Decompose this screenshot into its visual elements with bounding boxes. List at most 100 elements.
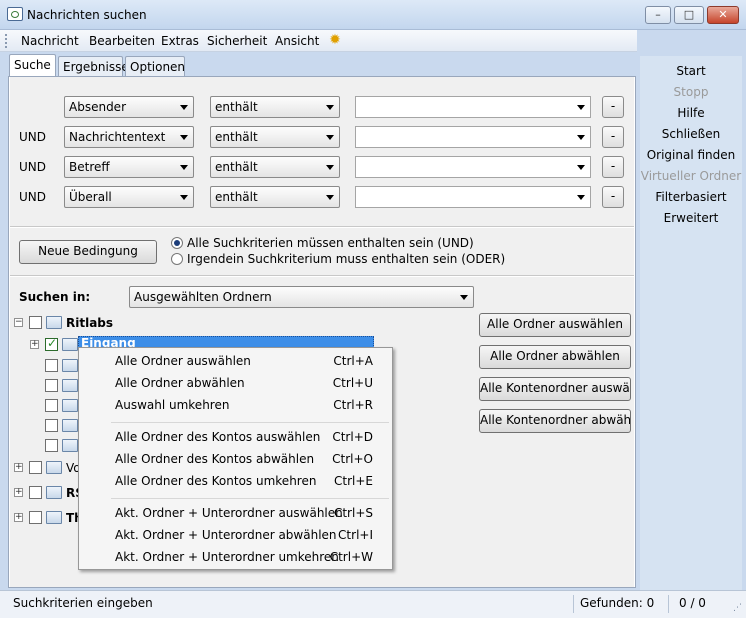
folder-checkbox[interactable] [29,486,42,499]
match-any-radio[interactable] [171,253,183,265]
search-in-select[interactable]: Ausgewählten Ordnern [129,286,474,308]
criteria-operator-select[interactable]: enthält [210,126,340,148]
menu-item-label[interactable]: Alle Ordner des Kontos umkehren [115,474,316,488]
criteria-value-input[interactable] [355,96,591,118]
minimize-button[interactable]: – [645,6,671,24]
menu-item-shortcut: Ctrl+S [333,506,373,520]
criteria-field-select[interactable]: Überall [64,186,194,208]
close-button[interactable]: ✕ [707,6,739,24]
sun-icon[interactable]: ✹ [327,32,343,48]
select-account-folders-button[interactable]: Alle Kontenordner auswählen [479,377,631,401]
account-icon [46,316,62,329]
chevron-down-icon [180,135,188,140]
tree-expander[interactable]: + [14,463,23,472]
chevron-down-icon [326,165,334,170]
menu-bearbeiten[interactable]: Bearbeiten [86,33,158,49]
help-button[interactable]: Hilfe [640,106,742,120]
folder-checkbox[interactable] [45,419,58,432]
remove-condition-button[interactable]: - [602,96,624,118]
find-original-button[interactable]: Original finden [640,148,742,162]
folder-checkbox[interactable] [45,399,58,412]
menu-item-label[interactable]: Alle Ordner des Kontos auswählen [115,430,320,444]
account-icon [46,511,62,524]
tree-item-ritlabs[interactable]: Ritlabs [66,316,113,330]
tab-suche[interactable]: Suche [9,54,56,77]
menu-item-label[interactable]: Akt. Ordner + Unterordner umkehren [115,550,339,564]
search-in-value: Ausgewählten Ordnern [134,290,272,304]
status-divider [573,595,574,613]
deselect-all-folders-button[interactable]: Alle Ordner abwählen [479,345,631,369]
criteria-field-select[interactable]: Betreff [64,156,194,178]
close-dialog-button[interactable]: Schließen [640,127,742,141]
remove-condition-button[interactable]: - [602,126,624,148]
tree-expander[interactable]: + [30,340,39,349]
menu-item-label[interactable]: Auswahl umkehren [115,398,229,412]
menu-extras[interactable]: Extras [158,33,202,49]
result-counter: 0 / 0 [679,596,706,610]
new-condition-button[interactable]: Neue Bedingung [19,240,157,264]
maximize-button[interactable]: □ [674,6,704,24]
criteria-field-value: Nachrichtentext [69,130,166,144]
menu-item-shortcut: Ctrl+O [332,452,373,466]
found-count: Gefunden: 0 [580,596,655,610]
conjunction-label: UND [19,190,46,204]
tab-optionen[interactable]: Optionen [125,56,185,76]
criteria-field-select[interactable]: Absender [64,96,194,118]
criteria-operator-value: enthält [215,100,258,114]
filter-based-button[interactable]: Filterbasiert [640,190,742,204]
folder-checkbox[interactable] [45,336,58,351]
match-all-radio[interactable] [171,237,183,249]
resize-grip-icon[interactable]: ⋰ [733,603,742,613]
folder-checkbox[interactable] [29,461,42,474]
menu-item-label[interactable]: Alle Ordner auswählen [115,354,251,368]
app-icon [7,7,23,21]
start-button[interactable]: Start [640,64,742,78]
menu-item-label[interactable]: Akt. Ordner + Unterordner abwählen [115,528,337,542]
chevron-down-icon [577,165,585,170]
criteria-field-select[interactable]: Nachrichtentext [64,126,194,148]
match-any-label: Irgendein Suchkriterium muss enthalten s… [187,252,506,266]
chevron-down-icon [180,165,188,170]
folder-icon [62,439,78,452]
folder-checkbox[interactable] [45,359,58,372]
criteria-value-input[interactable] [355,156,591,178]
inbox-folder-icon [62,338,78,351]
criteria-value-input[interactable] [355,126,591,148]
tree-expander[interactable]: + [14,513,23,522]
stop-button[interactable]: Stopp [640,85,742,99]
folder-checkbox[interactable] [45,379,58,392]
menu-sicherheit[interactable]: Sicherheit [204,33,270,49]
action-panel: Start Stopp Hilfe Schließen Original fin… [640,56,742,596]
select-all-folders-button[interactable]: Alle Ordner auswählen [479,313,631,337]
folder-checkbox[interactable] [45,439,58,452]
chevron-down-icon [326,195,334,200]
folder-icon [46,461,62,474]
criteria-field-value: Betreff [69,160,110,174]
deselect-account-folders-button[interactable]: Alle Kontenordner abwählen [479,409,631,433]
advanced-button[interactable]: Erweitert [640,211,742,225]
folder-checkbox[interactable] [29,511,42,524]
folder-checkbox[interactable] [29,316,42,329]
outbox-folder-icon [62,379,78,392]
tree-expander[interactable]: − [14,318,23,327]
remove-condition-button[interactable]: - [602,186,624,208]
remove-condition-button[interactable]: - [602,156,624,178]
criteria-operator-select[interactable]: enthält [210,156,340,178]
virtual-folder-button[interactable]: Virtueller Ordner [640,169,742,183]
menu-nachricht[interactable]: Nachricht [18,33,82,49]
tree-expander[interactable]: + [14,488,23,497]
menu-ansicht[interactable]: Ansicht [272,33,322,49]
tab-ergebnisse[interactable]: Ergebnisse [58,56,129,76]
criteria-operator-select[interactable]: enthält [210,186,340,208]
menu-item-label[interactable]: Alle Ordner des Kontos abwählen [115,452,314,466]
menu-item-shortcut: Ctrl+E [334,474,373,488]
menu-item-label[interactable]: Akt. Ordner + Unterordner auswählen [115,506,343,520]
menu-separator [111,498,389,499]
menu-item-label[interactable]: Alle Ordner abwählen [115,376,245,390]
folder-icon [62,359,78,372]
criteria-field-value: Überall [69,190,112,204]
chevron-down-icon [577,135,585,140]
criteria-value-input[interactable] [355,186,591,208]
criteria-field-value: Absender [69,100,126,114]
criteria-operator-select[interactable]: enthält [210,96,340,118]
